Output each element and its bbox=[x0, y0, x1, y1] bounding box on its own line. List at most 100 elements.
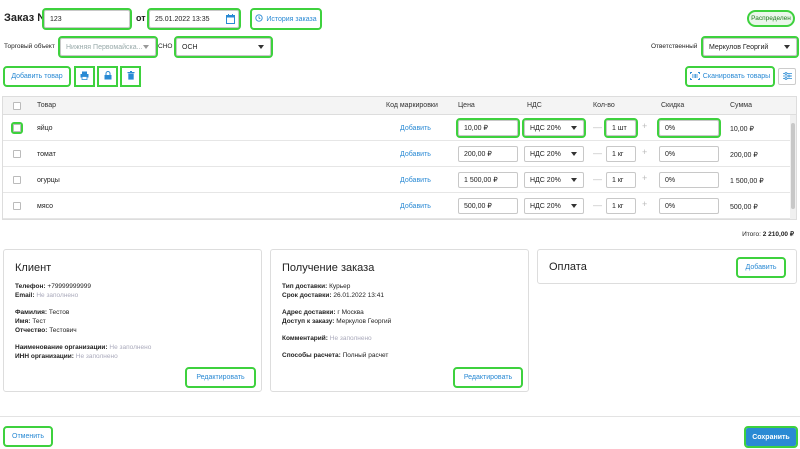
qty-increment-button[interactable]: + bbox=[642, 147, 647, 157]
add-payment-button[interactable]: Добавить bbox=[736, 257, 786, 278]
print-button[interactable] bbox=[74, 66, 95, 87]
table-row: томат Добавить 200,00 ₽ НДС 20% — 1 кг +… bbox=[3, 141, 796, 167]
vat-select[interactable]: НДС 20% bbox=[524, 146, 584, 162]
cancel-button[interactable]: Отменить bbox=[3, 426, 53, 447]
access-value: Меркулов Георгий bbox=[336, 318, 392, 325]
delivery-access: Доступ к заказу: Меркулов Георгий bbox=[282, 318, 391, 325]
delivery-edit-button[interactable]: Редактировать bbox=[453, 367, 523, 388]
calendar-icon[interactable] bbox=[226, 14, 235, 24]
qty-decrement-button[interactable]: — bbox=[593, 174, 602, 184]
pay-methods-value: Полный расчет bbox=[342, 352, 389, 359]
table-scrollbar[interactable] bbox=[790, 115, 796, 219]
price-input[interactable]: 1 500,00 ₽ bbox=[458, 172, 518, 188]
add-marking-link[interactable]: Добавить bbox=[400, 177, 431, 184]
row-checkbox[interactable] bbox=[13, 150, 21, 158]
price-value: 10,00 ₽ bbox=[464, 125, 488, 132]
order-number-input[interactable]: 123 bbox=[42, 8, 132, 30]
product-name: огурцы bbox=[37, 177, 60, 184]
total-label: Итого: bbox=[742, 231, 761, 238]
delete-button[interactable] bbox=[120, 66, 141, 87]
add-product-button[interactable]: Добавить товар bbox=[3, 66, 71, 87]
row-checkbox[interactable] bbox=[11, 122, 23, 134]
save-label: Сохранить bbox=[752, 433, 790, 441]
column-header-product: Товар bbox=[37, 102, 57, 109]
column-header-price: Цена bbox=[458, 102, 475, 109]
table-row: мясо Добавить 500,00 ₽ НДС 20% — 1 кг + … bbox=[3, 193, 796, 219]
price-input[interactable]: 500,00 ₽ bbox=[458, 198, 518, 214]
access-label: Доступ к заказу: bbox=[282, 318, 335, 325]
column-header-vat: НДС bbox=[527, 102, 542, 109]
order-date-input[interactable]: 25.01.2022 13:35 bbox=[147, 8, 241, 30]
discount-input[interactable]: 0% bbox=[659, 146, 719, 162]
lock-icon bbox=[104, 71, 112, 82]
order-number-value: 123 bbox=[50, 15, 62, 23]
table-row: яйцо Добавить 10,00 ₽ НДС 20% — 1 шт + 0… bbox=[3, 115, 796, 141]
save-button[interactable]: Сохранить bbox=[744, 426, 798, 448]
price-input[interactable]: 200,00 ₽ bbox=[458, 146, 518, 162]
order-history-label: История заказа bbox=[266, 15, 317, 23]
row-sum: 500,00 ₽ bbox=[730, 204, 758, 211]
discount-input[interactable]: 0% bbox=[659, 172, 719, 188]
trash-icon bbox=[127, 71, 135, 82]
client-edit-button[interactable]: Редактировать bbox=[185, 367, 256, 388]
product-name: яйцо bbox=[37, 125, 53, 132]
qty-input[interactable]: 1 кг bbox=[606, 172, 636, 188]
lock-button[interactable] bbox=[97, 66, 118, 87]
vat-value: НДС 20% bbox=[530, 176, 561, 184]
qty-decrement-button[interactable]: — bbox=[593, 122, 602, 132]
add-marking-link[interactable]: Добавить bbox=[400, 151, 431, 158]
qty-value: 1 шт bbox=[612, 124, 627, 132]
pay-methods-label: Способы расчета: bbox=[282, 352, 341, 359]
row-checkbox[interactable] bbox=[13, 202, 21, 210]
order-history-button[interactable]: История заказа bbox=[250, 8, 322, 30]
qty-input[interactable]: 1 кг bbox=[606, 146, 636, 162]
chevron-down-icon bbox=[571, 178, 577, 182]
print-icon bbox=[80, 71, 89, 82]
client-edit-label: Редактировать bbox=[196, 374, 245, 381]
responsible-select[interactable]: Меркулов Георгий bbox=[701, 36, 799, 58]
add-marking-link[interactable]: Добавить bbox=[400, 125, 431, 132]
address-label: Адрес доставки: bbox=[282, 309, 336, 316]
qty-increment-button[interactable]: + bbox=[642, 199, 647, 209]
column-settings-button[interactable] bbox=[778, 68, 796, 85]
client-org: Наименование организации: Не заполнено bbox=[15, 344, 151, 351]
price-value: 500,00 ₽ bbox=[464, 203, 492, 210]
delivery-edit-label: Редактировать bbox=[463, 374, 513, 381]
scrollbar-thumb[interactable] bbox=[791, 123, 795, 209]
store-select[interactable]: Нижняя Первомайска... bbox=[58, 36, 158, 58]
discount-input[interactable]: 0% bbox=[659, 198, 719, 214]
delivery-comment: Комментарий: Не заполнено bbox=[282, 335, 372, 342]
qty-decrement-button[interactable]: — bbox=[593, 200, 602, 210]
qty-increment-button[interactable]: + bbox=[642, 173, 647, 183]
scan-products-button[interactable]: Сканировать товары bbox=[685, 66, 775, 87]
delivery-type: Тип доставки: Курьер bbox=[282, 283, 350, 290]
sno-label: СНО bbox=[158, 43, 173, 50]
select-all-checkbox[interactable] bbox=[13, 102, 21, 110]
client-card-title: Клиент bbox=[15, 262, 52, 274]
vat-select[interactable]: НДС 20% bbox=[524, 198, 584, 214]
barcode-icon bbox=[689, 71, 700, 82]
order-total: Итого: 2 210,00 ₽ bbox=[742, 230, 794, 238]
qty-input[interactable]: 1 шт bbox=[604, 118, 638, 138]
client-inn: ИНН организации: Не заполнено bbox=[15, 353, 118, 360]
vat-value: НДС 20% bbox=[530, 202, 561, 210]
vat-select[interactable]: НДС 20% bbox=[524, 172, 584, 188]
scan-products-label: Сканировать товары bbox=[702, 73, 771, 80]
total-value: 2 210,00 ₽ bbox=[762, 231, 794, 238]
vat-select[interactable]: НДС 20% bbox=[522, 118, 586, 138]
qty-input[interactable]: 1 кг bbox=[606, 198, 636, 214]
name-value: Тест bbox=[32, 318, 46, 325]
status-badge-label: Распределен bbox=[751, 15, 791, 22]
sno-select[interactable]: ОСН bbox=[174, 36, 273, 58]
email-value: Не заполнено bbox=[36, 292, 79, 299]
sno-value: ОСН bbox=[182, 43, 198, 51]
price-input[interactable]: 10,00 ₽ bbox=[456, 118, 520, 138]
chevron-down-icon bbox=[571, 204, 577, 208]
qty-decrement-button[interactable]: — bbox=[593, 148, 602, 158]
discount-input[interactable]: 0% bbox=[657, 118, 721, 138]
row-sum: 1 500,00 ₽ bbox=[730, 178, 764, 185]
qty-increment-button[interactable]: + bbox=[642, 121, 647, 131]
row-checkbox[interactable] bbox=[13, 176, 21, 184]
add-marking-link[interactable]: Добавить bbox=[400, 203, 431, 210]
delivery-type-label: Тип доставки: bbox=[282, 283, 328, 290]
